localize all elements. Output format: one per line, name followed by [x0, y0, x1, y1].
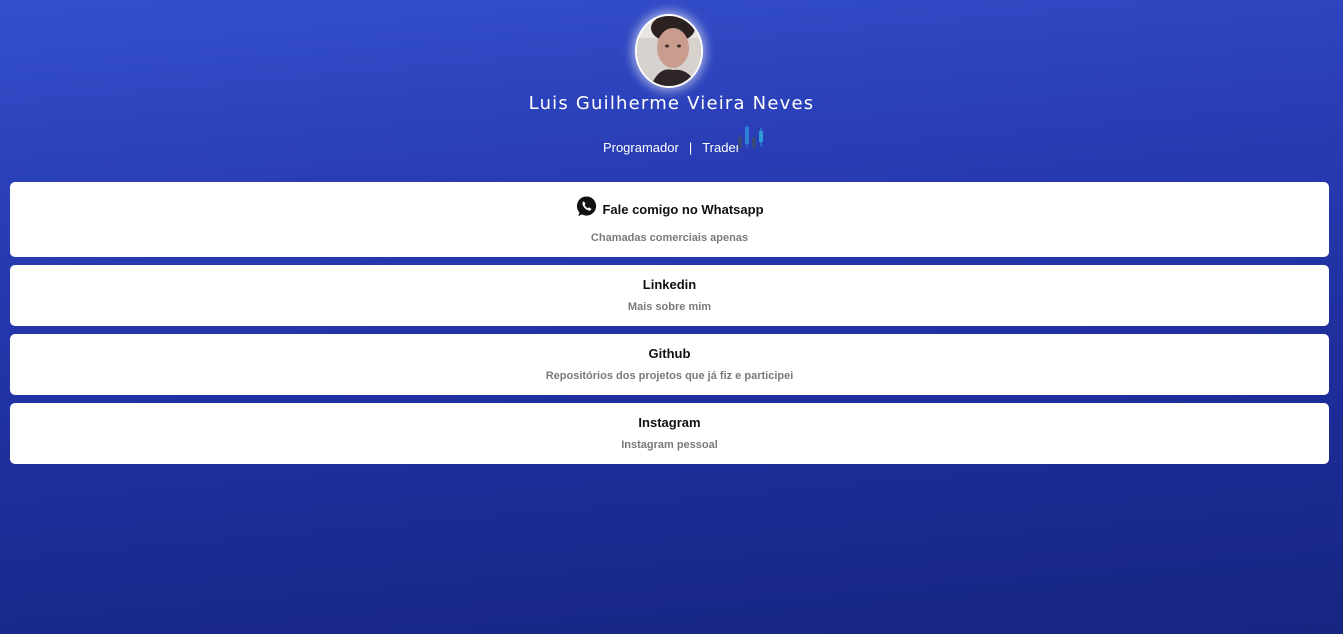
link-card-whatsapp[interactable]: Fale comigo no Whatsapp Chamadas comerci…: [10, 182, 1329, 257]
linkedin-title: Linkedin: [642, 277, 697, 292]
role-programador: Programador: [602, 140, 679, 155]
whatsapp-icon: [577, 196, 597, 217]
whatsapp-title: Fale comigo no Whatsapp: [602, 202, 764, 217]
link-card-instagram[interactable]: Instagram Instagram pessoal: [10, 403, 1329, 464]
profile-header: Luis Guilherme Vieira Neves Programador |…: [0, 0, 1343, 175]
instagram-subtitle: Instagram pessoal: [621, 439, 718, 451]
linkedin-subtitle: Mais sobre mim: [627, 301, 712, 313]
avatar-photo: [637, 16, 701, 86]
role-separator: |: [688, 140, 693, 155]
link-card-github[interactable]: Github Repositórios dos projetos que já …: [10, 334, 1329, 395]
github-title: Github: [648, 346, 691, 361]
instagram-title: Instagram: [638, 415, 701, 430]
whatsapp-subtitle: Chamadas comerciais apenas: [590, 232, 749, 244]
link-card-linkedin[interactable]: Linkedin Mais sobre mim: [10, 265, 1329, 326]
profile-name: Luis Guilherme Vieira Neves: [528, 93, 815, 114]
whatsapp-title-row: Fale comigo no Whatsapp: [10, 195, 1329, 218]
github-subtitle: Repositórios dos projetos que já fiz e p…: [545, 370, 794, 382]
profile-roles: Programador | Trader: [0, 140, 1343, 155]
avatar: [635, 14, 703, 88]
candlestick-chart-icon: [738, 125, 763, 150]
